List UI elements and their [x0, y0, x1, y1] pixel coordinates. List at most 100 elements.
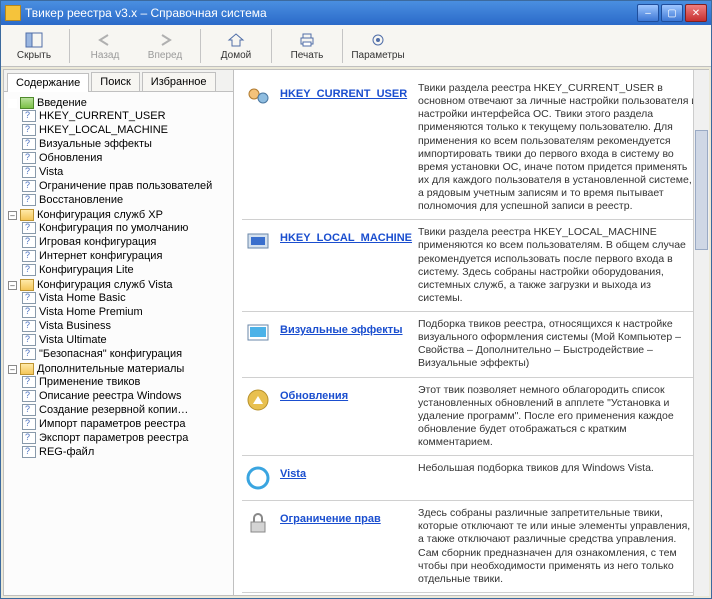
- print-icon: [297, 31, 317, 49]
- tree-item-vista-safe[interactable]: "Безопасная" конфигурация: [22, 348, 231, 360]
- content-pane: HKEY_CURRENT_USER Твики раздела реестра …: [234, 70, 708, 595]
- tree-item-xp-gaming[interactable]: Игровая конфигурация: [22, 236, 231, 248]
- page-icon: [22, 432, 36, 444]
- link-vista[interactable]: Vista: [280, 468, 306, 480]
- link-hkcu[interactable]: HKEY_CURRENT_USER: [280, 88, 407, 100]
- page-icon: [22, 292, 36, 304]
- back-icon: [95, 31, 115, 49]
- tree-item-xp-default[interactable]: Конфигурация по умолчанию: [22, 222, 231, 234]
- tree-item-xp-lite[interactable]: Конфигурация Lite: [22, 264, 231, 276]
- folder-icon: [20, 209, 34, 221]
- tree-item-extra-reg[interactable]: REG-файл: [22, 446, 231, 458]
- collapse-icon[interactable]: –: [8, 365, 17, 374]
- topic-row: Визуальные эффекты Подборка твиков реест…: [242, 312, 700, 378]
- vertical-scrollbar[interactable]: [693, 70, 709, 596]
- tab-search[interactable]: Поиск: [91, 72, 139, 91]
- users-icon: [244, 82, 272, 114]
- page-icon: [22, 306, 36, 318]
- client-area: Содержание Поиск Избранное Введение HKEY…: [3, 69, 709, 596]
- desc-vfx: Подборка твиков реестра, относящихся к н…: [418, 318, 698, 371]
- back-button[interactable]: Назад: [78, 28, 132, 64]
- tree-item-vista-hb[interactable]: Vista Home Basic: [22, 292, 231, 304]
- link-upd[interactable]: Обновления: [280, 390, 348, 402]
- tree-item-rights[interactable]: Ограничение прав пользователей: [22, 180, 231, 192]
- page-icon: [22, 264, 36, 276]
- topic-row: Vista Небольшая подборка твиков для Wind…: [242, 456, 700, 501]
- page-icon: [22, 236, 36, 248]
- tree-item-vfx[interactable]: Визуальные эффекты: [22, 138, 231, 150]
- tree-item-vista-ult[interactable]: Vista Ultimate: [22, 334, 231, 346]
- book-icon: [20, 97, 34, 109]
- close-button[interactable]: ✕: [685, 4, 707, 22]
- nav-pane: Содержание Поиск Избранное Введение HKEY…: [4, 70, 234, 595]
- toolbar: Скрыть Назад Вперед Домой Печать Парамет…: [1, 25, 711, 67]
- page-icon: [22, 222, 36, 234]
- tree-item-vista-biz[interactable]: Vista Business: [22, 320, 231, 332]
- maximize-button[interactable]: ▢: [661, 4, 683, 22]
- page-icon: [22, 334, 36, 346]
- window-title: Твикер реестра v3.x – Справочная система: [25, 6, 637, 20]
- link-rights[interactable]: Ограничение прав: [280, 513, 381, 525]
- collapse-icon[interactable]: –: [8, 211, 17, 220]
- tab-favorites[interactable]: Избранное: [142, 72, 216, 91]
- page-icon: [22, 166, 36, 178]
- tree-item-upd[interactable]: Обновления: [22, 152, 231, 164]
- page-icon: [22, 376, 36, 388]
- desc-hkcu: Твики раздела реестра HKEY_CURRENT_USER …: [418, 82, 698, 213]
- home-button[interactable]: Домой: [209, 28, 263, 64]
- options-button[interactable]: Параметры: [351, 28, 405, 64]
- page-icon: [22, 418, 36, 430]
- nav-tabs: Содержание Поиск Избранное: [4, 70, 233, 92]
- page-icon: [22, 320, 36, 332]
- page-icon: [22, 194, 36, 206]
- tree-item-extra-apply[interactable]: Применение твиков: [22, 376, 231, 388]
- tree-item-svcvista[interactable]: –Конфигурация служб Vista: [8, 279, 231, 291]
- contents-tree: Введение HKEY_CURRENT_USER HKEY_LOCAL_MA…: [4, 92, 233, 595]
- tree-item-xp-internet[interactable]: Интернет конфигурация: [22, 250, 231, 262]
- tree-item-vista-hp[interactable]: Vista Home Premium: [22, 306, 231, 318]
- collapse-icon[interactable]: –: [8, 281, 17, 290]
- tree-item-hkcu[interactable]: HKEY_CURRENT_USER: [22, 110, 231, 122]
- minimize-button[interactable]: –: [637, 4, 659, 22]
- display-icon: [244, 318, 272, 350]
- desc-vista: Небольшая подборка твиков для Windows Vi…: [418, 462, 698, 494]
- link-vfx[interactable]: Визуальные эффекты: [280, 324, 403, 336]
- tree-item-extra-backup[interactable]: Создание резервной копии…: [22, 404, 231, 416]
- tree-item-extra-export[interactable]: Экспорт параметров реестра: [22, 432, 231, 444]
- topic-row: Ограничение прав Здесь собраны различные…: [242, 501, 700, 593]
- page-icon: [22, 348, 36, 360]
- tree-item-intro[interactable]: Введение: [8, 97, 231, 109]
- print-button[interactable]: Печать: [280, 28, 334, 64]
- desc-hklm: Твики раздела реестра HKEY_LOCAL_MACHINE…: [418, 226, 698, 305]
- desc-rights: Здесь собраны различные запретительные т…: [418, 507, 698, 586]
- update-icon: [244, 384, 272, 416]
- page-icon: [22, 250, 36, 262]
- tab-contents[interactable]: Содержание: [7, 73, 89, 92]
- topic-row: Восстановление Твики реестра, предназнач…: [242, 593, 700, 595]
- desc-upd: Этот твик позволяет немного облагородить…: [418, 384, 698, 450]
- gear-icon: [368, 31, 388, 49]
- tree-item-extra[interactable]: –Дополнительные материалы: [8, 363, 231, 375]
- tree-item-vista[interactable]: Vista: [22, 166, 231, 178]
- app-window: Твикер реестра v3.x – Справочная система…: [0, 0, 712, 599]
- page-icon: [22, 446, 36, 458]
- tree-item-recover[interactable]: Восстановление: [22, 194, 231, 206]
- page-icon: [22, 110, 36, 122]
- page-icon: [22, 180, 36, 192]
- computer-icon: [244, 226, 272, 258]
- folder-icon: [20, 363, 34, 375]
- scroll-thumb[interactable]: [695, 130, 708, 250]
- tree-item-extra-regdesc[interactable]: Описание реестра Windows: [22, 390, 231, 402]
- lock-icon: [244, 507, 272, 539]
- tree-item-svcxp[interactable]: –Конфигурация служб XP: [8, 209, 231, 221]
- topic-row: HKEY_CURRENT_USER Твики раздела реестра …: [242, 76, 700, 220]
- link-hklm[interactable]: HKEY_LOCAL_MACHINE: [280, 232, 412, 244]
- page-icon: [22, 390, 36, 402]
- home-icon: [226, 31, 246, 49]
- hide-nav-button[interactable]: Скрыть: [7, 28, 61, 64]
- tree-item-hklm[interactable]: HKEY_LOCAL_MACHINE: [22, 124, 231, 136]
- app-icon: [5, 5, 21, 21]
- tree-item-extra-import[interactable]: Импорт параметров реестра: [22, 418, 231, 430]
- forward-button[interactable]: Вперед: [138, 28, 192, 64]
- hide-icon: [24, 31, 44, 49]
